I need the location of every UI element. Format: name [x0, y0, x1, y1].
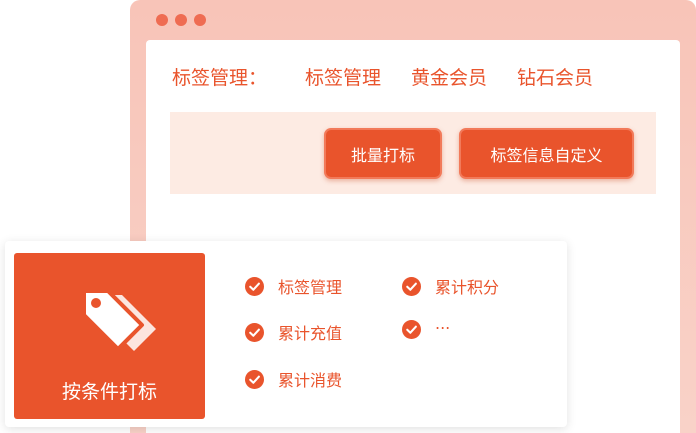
- check-circle-icon: [245, 276, 264, 296]
- check-circle-icon: [245, 369, 264, 389]
- option-item: 累计消费: [245, 367, 342, 391]
- window-dot-icon: [175, 14, 187, 26]
- option-label: 累计充值: [278, 324, 343, 343]
- tag-nav-title: 标签管理：: [172, 66, 268, 89]
- window-controls: [156, 14, 206, 26]
- window-dot-icon: [194, 14, 206, 26]
- option-label: 累计消费: [278, 371, 343, 390]
- conditional-tag-label: 按条件打标: [61, 381, 157, 403]
- option-label: 累计积分: [435, 278, 500, 297]
- option-label: 标签管理: [278, 278, 343, 297]
- option-item: ...: [402, 314, 450, 339]
- check-circle-icon: [402, 320, 421, 339]
- tag-nav: 标签管理： 标签管理 黄金会员 钻石会员: [172, 62, 623, 90]
- action-bar: 批量打标 标签信息自定义: [170, 112, 656, 194]
- conditional-tag-tile[interactable]: 按条件打标: [14, 253, 205, 419]
- tag-nav-link-gold-member[interactable]: 黄金会员: [411, 63, 487, 90]
- tag-nav-link-diamond-member[interactable]: 钻石会员: [517, 63, 593, 90]
- option-label: ...: [435, 314, 451, 333]
- window-dot-icon: [156, 14, 168, 26]
- check-circle-icon: [402, 276, 421, 296]
- feature-card: 按条件打标 标签管理 累计充值 累计消费 累计积分 ...: [5, 241, 567, 427]
- option-item: 累计积分: [402, 274, 499, 298]
- tag-nav-link-manage[interactable]: 标签管理: [305, 63, 381, 90]
- check-circle-icon: [245, 322, 264, 342]
- custom-tag-info-button[interactable]: 标签信息自定义: [459, 128, 634, 179]
- option-item: 累计充值: [245, 320, 342, 344]
- tag-icon: [82, 291, 156, 351]
- batch-tag-button[interactable]: 批量打标: [324, 128, 442, 179]
- option-item: 标签管理: [245, 274, 342, 298]
